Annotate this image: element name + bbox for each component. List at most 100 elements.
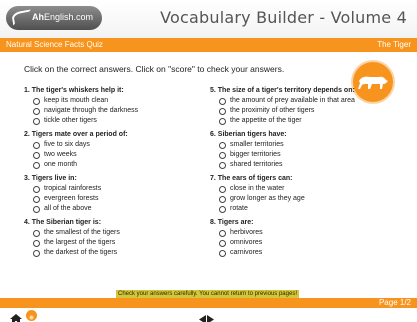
answer-option[interactable]: close in the water xyxy=(219,184,395,194)
answer-option[interactable]: the amount of prey available in that are… xyxy=(219,96,395,106)
answer-option[interactable]: the proximity of other tigers xyxy=(219,106,395,116)
answer-option[interactable]: tickle other tigers xyxy=(33,116,209,126)
answer-option[interactable]: evergreen forests xyxy=(33,194,209,204)
answer-option[interactable]: the appetite of the tiger xyxy=(219,116,395,126)
ahenglish-logo[interactable]: AhEnglish.com xyxy=(6,6,102,30)
question-text: 5. The size of a tiger's territory depen… xyxy=(210,87,355,94)
answer-option[interactable]: all of the above xyxy=(33,204,209,214)
question-text: 7. The ears of tigers can: xyxy=(210,175,293,182)
answer-option[interactable]: the smallest of the tigers xyxy=(33,228,209,238)
answer-label: two weeks xyxy=(44,151,77,158)
home-icon xyxy=(10,314,22,322)
radio-button[interactable] xyxy=(33,195,40,203)
radio-button[interactable] xyxy=(33,151,40,159)
question: 3. Tigers live in: tropical rainforests ev… xyxy=(24,174,209,214)
radio-button[interactable] xyxy=(219,195,226,203)
radio-button[interactable] xyxy=(219,205,226,213)
radio-button[interactable] xyxy=(219,161,226,169)
answer-option[interactable]: tropical rainforests xyxy=(33,184,209,194)
questions-right-column: 5. The size of a tiger's territory depen… xyxy=(210,86,395,262)
questions-left-column: 1. The tiger's whiskers help it: keep its… xyxy=(24,86,209,262)
answer-label: rotate xyxy=(230,205,248,212)
answer-option[interactable]: omnivores xyxy=(219,238,395,248)
answer-label: close in the water xyxy=(230,185,285,192)
radio-button[interactable] xyxy=(219,185,226,193)
question: 6. Siberian tigers have: smaller territor… xyxy=(210,130,395,170)
answer-label: the proximity of other tigers xyxy=(230,107,315,114)
radio-button[interactable] xyxy=(219,229,226,237)
answer-option[interactable]: keep its mouth clean xyxy=(33,96,209,106)
question: 2. Tigers mate over a period of: five to … xyxy=(24,130,209,170)
question-text: 2. Tigers mate over a period of: xyxy=(24,131,128,138)
previous-page-button[interactable] xyxy=(199,311,206,322)
answer-label: the amount of prey available in that are… xyxy=(230,97,355,104)
answer-option[interactable]: grow longer as they age xyxy=(219,194,395,204)
answer-option[interactable]: navigate through the darkness xyxy=(33,106,209,116)
radio-button[interactable] xyxy=(33,205,40,213)
answer-option[interactable]: rotate xyxy=(219,204,395,214)
question-text: 1. The tiger's whiskers help it: xyxy=(24,87,124,94)
radio-button[interactable] xyxy=(33,141,40,149)
question: 8. Tigers are: herbivores omnivores carnivo… xyxy=(210,218,395,258)
radio-button[interactable] xyxy=(219,107,226,115)
quiz-topic: The Tiger xyxy=(377,40,411,49)
answer-label: smaller territories xyxy=(230,141,284,148)
radio-button[interactable] xyxy=(219,141,226,149)
answer-option[interactable]: bigger territories xyxy=(219,150,395,160)
radio-button[interactable] xyxy=(219,97,226,105)
radio-button[interactable] xyxy=(219,249,226,257)
answer-label: evergreen forests xyxy=(44,195,99,202)
radio-button[interactable] xyxy=(33,107,40,115)
answer-option[interactable]: shared territories xyxy=(219,160,395,170)
question-text: 4. The Siberian tiger is: xyxy=(24,219,102,226)
radio-button[interactable] xyxy=(33,185,40,193)
score-button[interactable] xyxy=(26,310,37,321)
answer-label: navigate through the darkness xyxy=(44,107,139,114)
question: 7. The ears of tigers can: close in the w… xyxy=(210,174,395,214)
logo-text: AhEnglish.com xyxy=(32,12,94,22)
radio-button[interactable] xyxy=(33,97,40,105)
answer-option[interactable]: one month xyxy=(33,160,209,170)
answer-option[interactable]: carnivores xyxy=(219,248,395,258)
radio-button[interactable] xyxy=(219,151,226,159)
answer-label: shared territories xyxy=(230,161,283,168)
question-text: 6. Siberian tigers have: xyxy=(210,131,287,138)
answer-label: tropical rainforests xyxy=(44,185,102,192)
quiz-title-bar: Natural Science Facts Quiz The Tiger xyxy=(0,38,417,52)
answer-label: grow longer as they age xyxy=(230,195,305,202)
radio-button[interactable] xyxy=(33,239,40,247)
logo-swoosh-icon xyxy=(11,9,33,26)
instructions-text: Click on the correct answers. Click on "… xyxy=(24,64,285,74)
arrow-right-icon xyxy=(207,315,214,322)
answer-option[interactable]: five to six days xyxy=(33,140,209,150)
answer-label: carnivores xyxy=(230,249,263,256)
app-header: AhEnglish.com Vocabulary Builder - Volum… xyxy=(0,0,417,38)
question: 1. The tiger's whiskers help it: keep its… xyxy=(24,86,209,126)
question: 4. The Siberian tiger is: the smallest of… xyxy=(24,218,209,258)
answer-option[interactable]: smaller territories xyxy=(219,140,395,150)
answer-option[interactable]: the darkest of the tigers xyxy=(33,248,209,258)
app-title: Vocabulary Builder - Volume 4 xyxy=(160,8,407,27)
answer-option[interactable]: herbivores xyxy=(219,228,395,238)
warning-banner: Check your answers carefully. You cannot… xyxy=(116,290,299,298)
radio-button[interactable] xyxy=(33,117,40,125)
answer-label: the appetite of the tiger xyxy=(230,117,302,124)
score-icon xyxy=(29,315,34,320)
radio-button[interactable] xyxy=(219,117,226,125)
answer-label: all of the above xyxy=(44,205,92,212)
radio-button[interactable] xyxy=(33,249,40,257)
radio-button[interactable] xyxy=(33,229,40,237)
answer-label: the largest of the tigers xyxy=(44,239,116,246)
radio-button[interactable] xyxy=(33,161,40,169)
home-button[interactable] xyxy=(10,311,22,322)
question-text: 3. Tigers live in: xyxy=(24,175,77,182)
radio-button[interactable] xyxy=(219,239,226,247)
question: 5. The size of a tiger's territory depen… xyxy=(210,86,395,126)
next-page-button[interactable] xyxy=(207,311,214,322)
answer-label: the smallest of the tigers xyxy=(44,229,120,236)
answer-option[interactable]: the largest of the tigers xyxy=(33,238,209,248)
answer-option[interactable]: two weeks xyxy=(33,150,209,160)
question-text: 8. Tigers are: xyxy=(210,219,254,226)
answer-label: herbivores xyxy=(230,229,263,236)
answer-label: one month xyxy=(44,161,78,168)
